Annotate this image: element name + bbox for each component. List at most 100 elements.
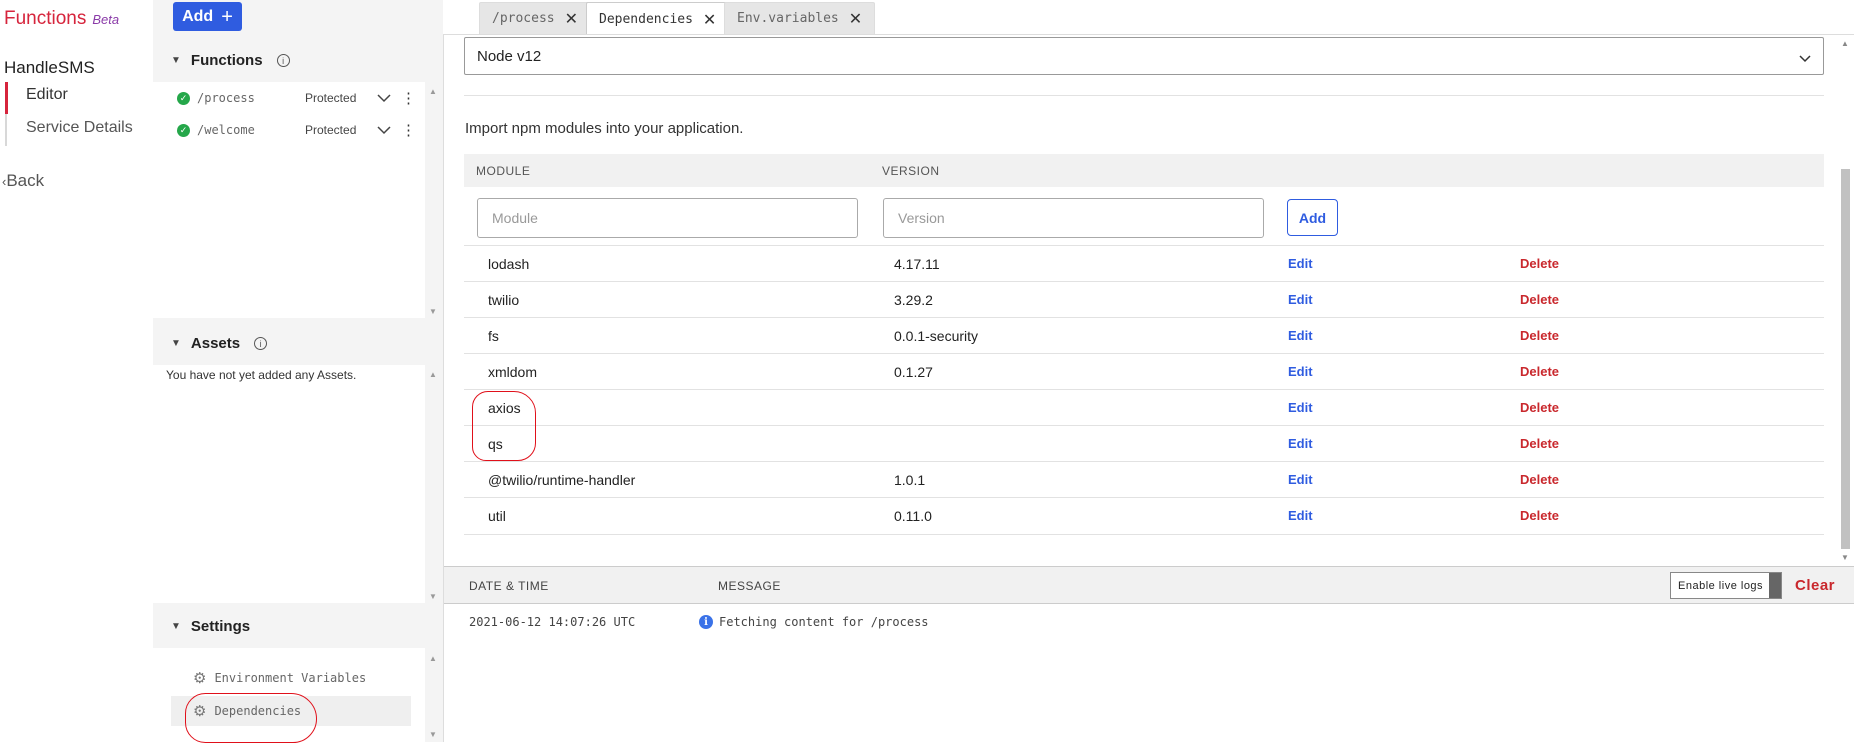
scrollbar-thumb[interactable] [1841,169,1850,549]
module-version: 3.29.2 [894,292,933,308]
scroll-up-icon[interactable]: ▲ [429,87,437,96]
check-circle-icon: ✓ [177,91,190,105]
assets-header[interactable]: ▼ Assets i [171,335,268,352]
edit-button[interactable]: Edit [1288,436,1313,451]
info-icon[interactable]: i [254,337,268,350]
info-icon[interactable]: i [276,54,290,67]
delete-button[interactable]: Delete [1520,364,1559,379]
function-row[interactable]: ✓ /process Protected ⋮ [177,87,417,109]
function-path: /welcome [197,123,255,137]
nav-inactive-indicator [5,114,7,146]
main-scrollbar[interactable]: ▲ ▼ [1837,35,1853,565]
scroll-down-icon[interactable]: ▼ [1841,553,1849,562]
assets-empty-message: You have not yet added any Assets. [166,368,357,382]
module-input[interactable]: Module [477,198,858,238]
edit-button[interactable]: Edit [1288,256,1313,271]
scroll-down-icon[interactable]: ▼ [429,730,437,739]
beta-badge: Beta [92,12,120,27]
add-dependency-button[interactable]: Add [1287,199,1338,236]
tab-label: Dependencies [599,12,693,27]
module-version: 1.0.1 [894,472,926,488]
toggle-switch [1769,573,1781,598]
delete-button[interactable]: Delete [1520,328,1559,343]
delete-button[interactable]: Delete [1520,436,1559,451]
clear-logs-button[interactable]: Clear [1795,577,1835,594]
version-input[interactable]: Version [883,198,1264,238]
close-icon[interactable]: ✕ [565,9,578,28]
live-logs-label: Enable live logs [1678,579,1764,592]
logs-panel: DATE & TIME MESSAGE Enable live logs Cle… [443,566,1854,742]
close-icon[interactable]: ✕ [703,10,716,29]
settings-scrollbar[interactable]: ▲ ▼ [425,648,443,742]
delete-button[interactable]: Delete [1520,256,1559,271]
edit-button[interactable]: Edit [1288,292,1313,307]
editor-tabs: /process ✕ Dependencies ✕ Env.variables … [443,0,1854,36]
delete-button[interactable]: Delete [1520,400,1559,415]
edit-button[interactable]: Edit [1288,472,1313,487]
module-name: twilio [488,292,520,308]
functions-header[interactable]: ▼ Functions i [171,52,290,69]
col-datetime-header: DATE & TIME [469,579,549,593]
col-version-header: VERSION [882,164,940,178]
module-name: fs [488,328,499,344]
dependencies-panel: Node v12 Import npm modules into your ap… [443,34,1854,566]
scroll-down-icon[interactable]: ▼ [429,592,437,601]
edit-button[interactable]: Edit [1288,508,1313,523]
table-row: qs Edit Delete [464,425,1824,462]
edit-button[interactable]: Edit [1288,328,1313,343]
service-name: HandleSMS [4,58,95,77]
functions-title: Functions [190,52,263,69]
module-version: 4.17.11 [894,256,940,272]
plus-icon: + [221,5,233,28]
edit-button[interactable]: Edit [1288,364,1313,379]
scroll-up-icon[interactable]: ▲ [429,654,437,663]
module-name: @twilio/runtime-handler [488,472,636,488]
settings-item-environment-variables[interactable]: ⚙ Environment Variables [193,667,366,689]
app-title: Functions Beta [4,8,119,30]
nav-item-service-details[interactable]: Service Details [26,119,133,137]
chevron-down-icon[interactable] [377,125,391,135]
table-row: axios Edit Delete [464,389,1824,426]
add-button[interactable]: Add + [173,2,242,31]
settings-item-label: Environment Variables [214,671,367,685]
scroll-up-icon[interactable]: ▲ [1841,39,1849,48]
tab-label: Env.variables [737,11,839,26]
back-link[interactable]: ‹Back [2,171,44,191]
collapse-triangle-icon: ▼ [171,55,181,66]
tab-dependencies[interactable]: Dependencies ✕ [586,2,730,36]
chevron-down-icon [1799,50,1811,67]
table-row: lodash 4.17.11 Edit Delete [464,245,1824,282]
settings-header[interactable]: ▼ Settings [171,618,250,635]
chevron-down-icon[interactable] [377,93,391,103]
function-visibility: Protected [305,123,357,137]
info-icon: i [699,615,713,629]
tab-process[interactable]: /process ✕ [479,2,592,34]
check-circle-icon: ✓ [177,123,190,137]
table-row: twilio 3.29.2 Edit Delete [464,281,1824,318]
delete-button[interactable]: Delete [1520,292,1559,307]
function-visibility: Protected [305,91,357,105]
kebab-menu-icon[interactable]: ⋮ [401,91,416,106]
node-version-select[interactable]: Node v12 [464,37,1824,75]
kebab-menu-icon[interactable]: ⋮ [401,123,416,138]
scroll-down-icon[interactable]: ▼ [429,307,437,316]
edit-button[interactable]: Edit [1288,400,1313,415]
close-icon[interactable]: ✕ [849,9,862,28]
function-path: /process [197,91,255,105]
assets-scrollbar[interactable]: ▲ ▼ [425,365,443,603]
scroll-up-icon[interactable]: ▲ [429,370,437,379]
col-message-header: MESSAGE [718,579,781,593]
module-name: xmldom [488,364,538,380]
delete-button[interactable]: Delete [1520,508,1559,523]
functions-scrollbar[interactable]: ▲ ▼ [425,82,443,318]
nav-item-editor[interactable]: Editor [26,86,68,104]
dependencies-table-header: MODULE VERSION [464,154,1824,187]
back-label: Back [6,171,45,190]
log-message-row: i Fetching content for /process [699,615,929,629]
tab-env-variables[interactable]: Env.variables ✕ [724,2,876,34]
delete-button[interactable]: Delete [1520,472,1559,487]
enable-live-logs-toggle[interactable]: Enable live logs [1670,572,1782,599]
function-row[interactable]: ✓ /welcome Protected ⋮ [177,119,417,141]
tab-label: /process [492,11,555,26]
log-message: Fetching content for /process [719,615,929,629]
